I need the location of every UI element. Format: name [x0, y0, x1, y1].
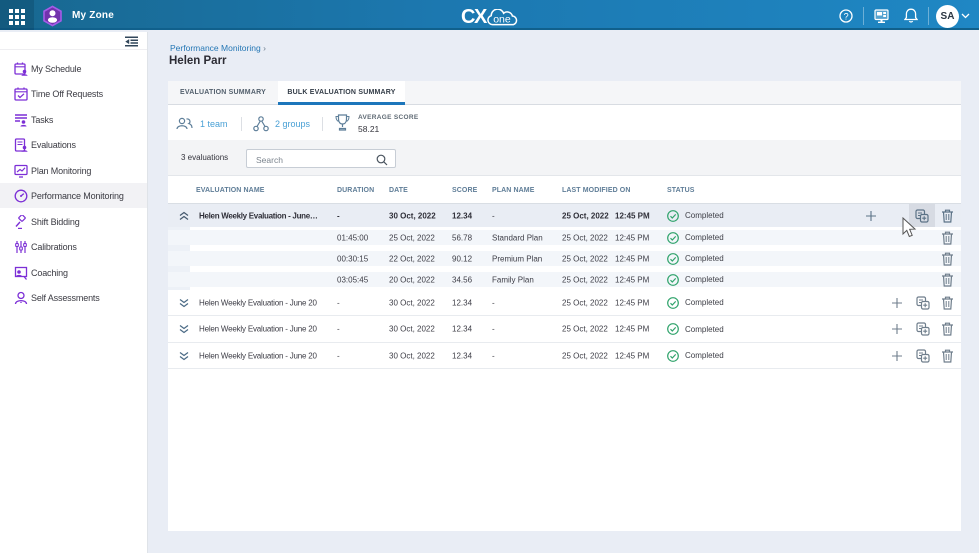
svg-text:?: ?	[844, 11, 849, 21]
svg-text:one: one	[493, 14, 511, 26]
